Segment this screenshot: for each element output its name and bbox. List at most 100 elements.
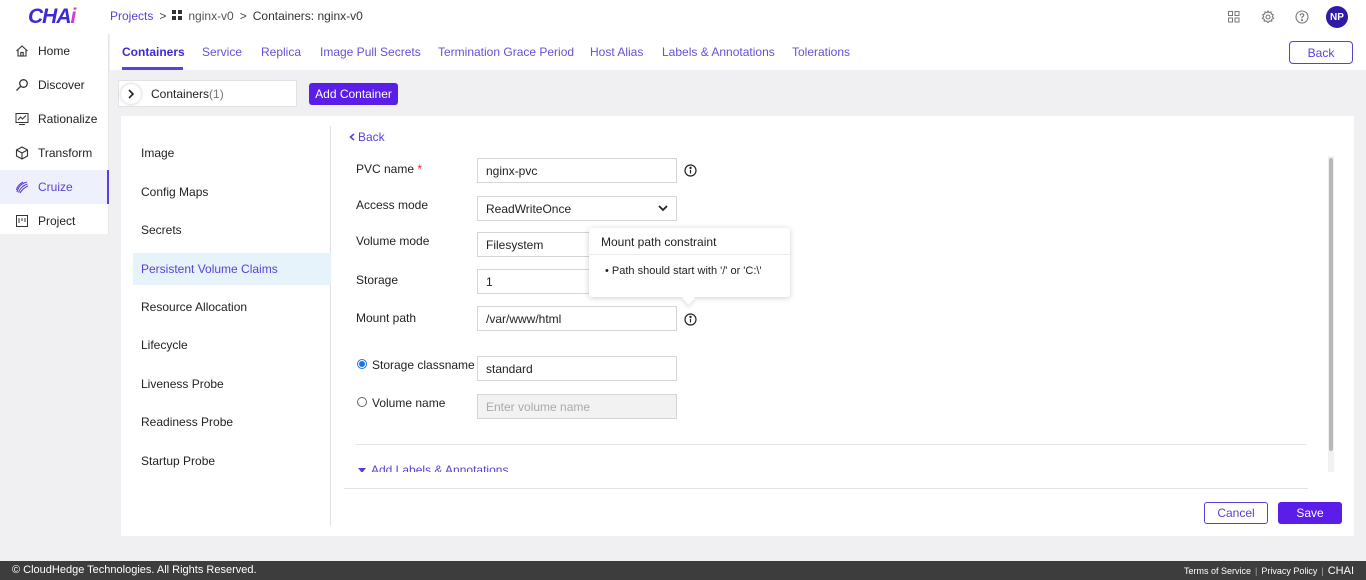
tab-host-alias[interactable]: Host Alias [590, 45, 643, 59]
sidebar-item-rationalize[interactable]: Rationalize [0, 102, 108, 136]
form-back-link[interactable]: Back [349, 130, 385, 144]
nav-item-image[interactable]: Image [133, 137, 331, 169]
sidebar-item-project[interactable]: Project [0, 204, 108, 238]
pvc-name-input[interactable]: nginx-pvc [477, 158, 677, 183]
tab-containers[interactable]: Containers [122, 45, 185, 59]
home-icon [14, 43, 30, 59]
form-back-label: Back [358, 130, 385, 144]
logo-accent-text: i [70, 5, 77, 28]
sidebar-item-discover[interactable]: Discover [0, 68, 108, 102]
access-mode-label: Access mode [356, 198, 429, 212]
sidebar-item-transform[interactable]: Transform [0, 136, 108, 170]
section-divider [356, 444, 1306, 445]
nav-item-config-maps[interactable]: Config Maps [133, 176, 331, 208]
breadcrumb-projects[interactable]: Projects [110, 9, 153, 23]
containers-label-text: Containers [151, 86, 210, 101]
nav-item-liveness-probe[interactable]: Liveness Probe [133, 368, 331, 400]
chevron-right-icon[interactable] [121, 83, 141, 104]
breadcrumb-separator: > [239, 9, 247, 23]
info-icon[interactable] [684, 164, 697, 177]
help-icon[interactable] [1292, 7, 1312, 27]
back-button[interactable]: Back [1289, 41, 1353, 64]
container-config-nav: Image Config Maps Secrets Persistent Vol… [133, 126, 331, 526]
add-labels-annotations-label: Add Labels & Annotations [371, 463, 509, 472]
sidebar-item-label: Transform [38, 146, 93, 160]
mount-path-tooltip: Mount path constraint • Path should star… [589, 228, 790, 305]
required-marker: * [417, 162, 423, 176]
nav-item-persistent-volume-claims[interactable]: Persistent Volume Claims [133, 253, 331, 285]
volume-name-input[interactable]: Enter volume name [477, 394, 677, 419]
footer-separator: | [1255, 565, 1258, 576]
logo-text: CHA [28, 5, 71, 28]
volume-name-label: Volume name [372, 396, 446, 410]
footer-links: Terms of Service | Privacy Policy | CHAI [1184, 561, 1354, 580]
main-panel: Image Config Maps Secrets Persistent Vol… [121, 116, 1354, 536]
add-labels-annotations-toggle[interactable]: Add Labels & Annotations [358, 463, 508, 472]
storage-classname-input[interactable]: standard [477, 356, 677, 381]
cruize-icon [14, 179, 30, 195]
breadcrumb-current: Containers: nginx-v0 [252, 9, 363, 23]
containers-selector[interactable]: Containers(1) [118, 80, 297, 107]
tooltip-item-text: Path should start with '/' or 'C:\' [611, 265, 762, 277]
tooltip-arrow [682, 292, 695, 305]
containers-label: Containers(1) [151, 87, 224, 101]
footer: © CloudHedge Technologies. All Rights Re… [0, 561, 1366, 580]
breadcrumb-project[interactable]: nginx-v0 [188, 9, 233, 23]
tooltip-list-item: • Path should start with '/' or 'C:\' [605, 265, 762, 277]
sidebar: Home Discover Rationalize Transform Crui… [0, 34, 109, 234]
tab-tolerations[interactable]: Tolerations [792, 45, 850, 59]
user-avatar[interactable]: NP [1326, 6, 1348, 28]
nav-item-secrets[interactable]: Secrets [133, 214, 331, 246]
info-icon[interactable] [684, 313, 697, 326]
nav-item-startup-probe[interactable]: Startup Probe [133, 445, 331, 477]
mount-path-input[interactable]: /var/www/html [477, 306, 677, 331]
tab-service[interactable]: Service [202, 45, 242, 59]
nav-item-lifecycle[interactable]: Lifecycle [133, 329, 331, 361]
tab-image-pull-secrets[interactable]: Image Pull Secrets [320, 45, 421, 59]
breadcrumb: Projects > nginx-v0 > Containers: nginx-… [110, 9, 363, 23]
discover-icon [14, 77, 30, 93]
cube-icon [14, 145, 30, 161]
form-scrollbar-thumb[interactable] [1329, 158, 1333, 451]
storage-classname-label: Storage classname [372, 358, 475, 372]
tooltip-title: Mount path constraint [601, 235, 717, 249]
cancel-button[interactable]: Cancel [1204, 502, 1268, 524]
sidebar-item-label: Home [38, 44, 71, 58]
breadcrumb-separator: > [159, 9, 167, 23]
grid-icon[interactable] [1224, 7, 1244, 27]
chai-logo[interactable]: CHAi [28, 5, 77, 29]
sidebar-item-label: Cruize [38, 180, 73, 194]
project-icon [14, 213, 30, 229]
rationalize-icon [14, 111, 30, 127]
pvc-name-label-text: PVC name [356, 162, 415, 176]
save-button[interactable]: Save [1278, 502, 1342, 524]
tooltip-divider [589, 254, 790, 255]
access-mode-value: ReadWriteOnce [486, 201, 572, 216]
chevron-down-icon [658, 205, 668, 212]
tab-termination-grace-period[interactable]: Termination Grace Period [438, 45, 574, 59]
tab-replica[interactable]: Replica [261, 45, 301, 59]
sidebar-item-label: Rationalize [38, 112, 98, 126]
privacy-link[interactable]: Privacy Policy [1261, 566, 1317, 576]
copyright-text: © CloudHedge Technologies. All Rights Re… [12, 564, 257, 576]
volume-name-radio[interactable] [357, 397, 367, 407]
access-mode-select[interactable]: ReadWriteOnce [477, 196, 677, 221]
volume-mode-label: Volume mode [356, 234, 430, 248]
sidebar-item-home[interactable]: Home [0, 34, 108, 68]
add-container-button[interactable]: Add Container [309, 83, 398, 105]
nav-item-resource-allocation[interactable]: Resource Allocation [133, 291, 331, 323]
nav-item-readiness-probe[interactable]: Readiness Probe [133, 406, 331, 438]
storage-label: Storage [356, 273, 399, 287]
sidebar-item-label: Discover [38, 78, 85, 92]
tabs-bar: Containers Service Replica Image Pull Se… [110, 34, 1366, 70]
storage-classname-radio[interactable] [357, 359, 367, 369]
active-tab-indicator [122, 67, 183, 70]
terms-link[interactable]: Terms of Service [1184, 566, 1251, 576]
tab-labels-annotations[interactable]: Labels & Annotations [662, 45, 775, 59]
pvc-name-label: PVC name * [356, 162, 422, 176]
footer-brand: CHAI [1327, 564, 1354, 577]
footer-separator: | [1321, 565, 1324, 576]
gear-icon[interactable] [1258, 7, 1278, 27]
form-footer-divider [344, 488, 1308, 489]
sidebar-item-cruize[interactable]: Cruize [0, 170, 109, 204]
